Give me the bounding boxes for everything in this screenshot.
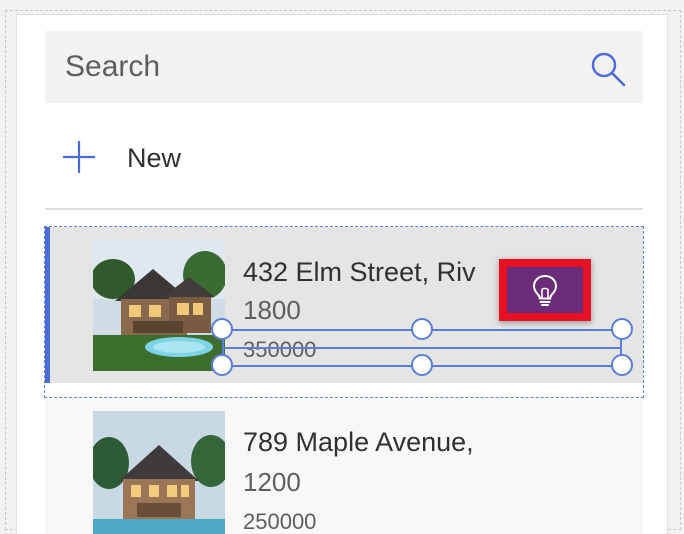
item-subtitle: 1200 [243, 467, 301, 497]
list-item[interactable]: 789 Maple Avenue, 1200 250000 [45, 399, 643, 534]
item-price: 250000 [243, 509, 317, 534]
house-thumbnail [93, 239, 225, 371]
search-input[interactable]: Search [65, 31, 160, 103]
divider [45, 208, 643, 210]
resize-handle-top-left[interactable] [211, 318, 233, 340]
selected-control-midline [222, 347, 622, 349]
item-subtitle: 1800 [243, 295, 301, 325]
resize-handle-bottom-center[interactable] [411, 354, 433, 376]
item-title: 789 Maple Avenue, [243, 427, 474, 457]
house-thumbnail [93, 411, 225, 534]
new-button-label: New [127, 143, 182, 173]
resize-handle-bottom-right[interactable] [611, 354, 633, 376]
idea-button[interactable] [507, 267, 583, 313]
lightbulb-icon [532, 274, 558, 306]
highlight-box [499, 259, 591, 321]
resize-handle-top-right[interactable] [611, 318, 633, 340]
search-box[interactable]: Search [45, 31, 643, 103]
resize-handle-top-center[interactable] [411, 318, 433, 340]
item-title: 432 Elm Street, Riv [243, 257, 476, 287]
gallery-screen: Search New 432 Elm Street, Riv 1800 3500… [16, 14, 668, 534]
plus-icon [63, 141, 95, 173]
resize-handle-bottom-left[interactable] [211, 354, 233, 376]
selection-accent-bar [45, 227, 50, 383]
item-price: 350000 [243, 337, 317, 362]
search-icon[interactable] [589, 50, 627, 88]
